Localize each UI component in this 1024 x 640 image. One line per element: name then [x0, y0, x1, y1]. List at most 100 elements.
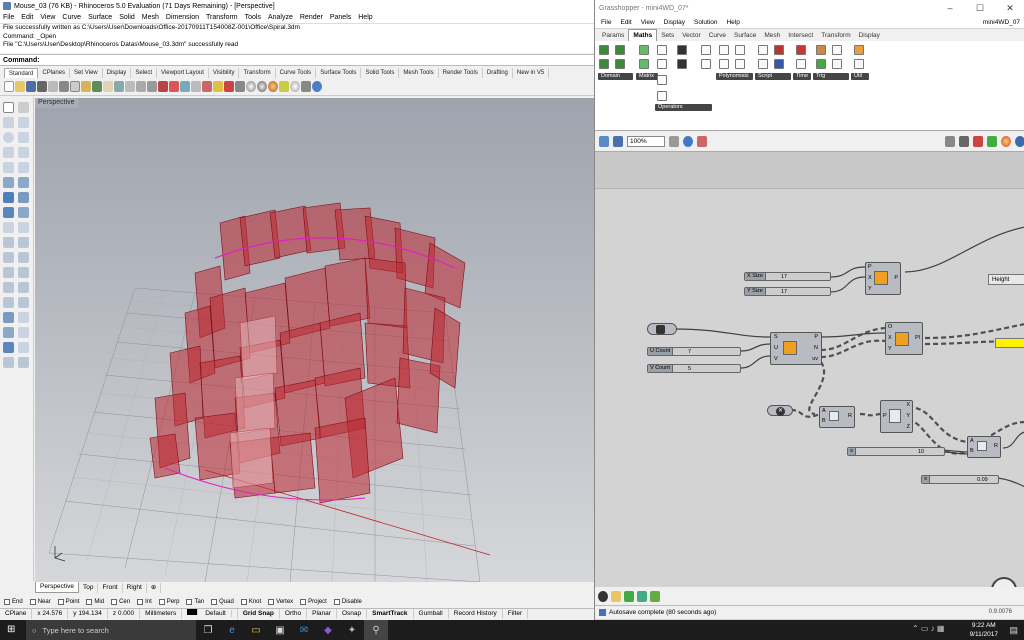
group-icon[interactable]	[18, 327, 29, 338]
toggle-grid-snap[interactable]: Grid Snap	[238, 609, 280, 619]
edge-icon[interactable]: e	[220, 620, 244, 640]
tab-render-tools[interactable]: Render Tools	[439, 68, 483, 78]
osnap-disable[interactable]: Disable	[333, 598, 362, 605]
select-icon[interactable]	[202, 81, 212, 92]
new-icon[interactable]	[4, 81, 14, 92]
point-icon[interactable]	[18, 102, 29, 113]
gh-tab-maths[interactable]: Maths	[628, 29, 658, 41]
domain-icon[interactable]	[599, 45, 609, 55]
layer-selector[interactable]: Default	[182, 609, 238, 619]
render-object-icon[interactable]	[3, 327, 14, 338]
wireframe-preview-icon[interactable]	[945, 135, 955, 147]
group-util[interactable]: Util	[851, 73, 869, 80]
layer-icon[interactable]	[224, 81, 234, 92]
gh-tab-transform[interactable]: Transform	[817, 30, 854, 41]
csharp-icon[interactable]	[774, 45, 784, 55]
tab-perspective[interactable]: Perspective	[35, 582, 79, 593]
panel-height[interactable]: Height	[988, 274, 1024, 285]
power-icon[interactable]	[719, 45, 729, 55]
open-icon[interactable]	[15, 81, 25, 92]
function-icon[interactable]	[854, 59, 864, 69]
rhino-menu-view[interactable]: View	[40, 14, 55, 21]
toggle-ortho[interactable]: Ortho	[280, 609, 308, 619]
gradient-icon[interactable]	[650, 590, 660, 602]
group-trig[interactable]: Trig	[813, 73, 849, 80]
boolean-icon[interactable]	[18, 207, 29, 218]
gh-menu-view[interactable]: View	[641, 19, 655, 26]
fillet-curve-icon[interactable]	[18, 162, 29, 173]
copy-object-icon[interactable]	[18, 267, 29, 278]
tab-standard[interactable]: Standard	[4, 68, 39, 78]
box-icon[interactable]	[3, 192, 14, 203]
taskbar-clock[interactable]: 9:22 AM 9/11/2017	[970, 621, 998, 639]
perspective-viewport[interactable]: Perspective	[35, 98, 594, 582]
dimension-icon[interactable]	[18, 222, 29, 233]
osnap-perp[interactable]: Perp	[158, 598, 179, 605]
zoom-extents-icon[interactable]	[669, 135, 679, 147]
multiplication-icon[interactable]	[657, 75, 667, 85]
block-icon[interactable]	[18, 342, 29, 353]
tab-drafting[interactable]: Drafting	[483, 68, 513, 78]
gate-and-icon[interactable]	[677, 59, 687, 69]
rhino-menu-file[interactable]: File	[3, 14, 14, 21]
transpose-icon[interactable]	[639, 59, 649, 69]
rotate-view-icon[interactable]	[114, 81, 124, 92]
rhino-taskbar-icon[interactable]: ✦	[340, 620, 364, 640]
rhino-menu-edit[interactable]: Edit	[21, 14, 33, 21]
paste-icon[interactable]	[81, 81, 91, 92]
mirror-icon[interactable]	[3, 297, 14, 308]
add-viewport-icon[interactable]: ⊕	[147, 582, 162, 593]
expression-icon[interactable]	[758, 45, 768, 55]
tab-set-view[interactable]: Set View	[70, 68, 103, 78]
undo-icon[interactable]	[92, 81, 102, 92]
import-icon[interactable]	[48, 81, 58, 92]
open-file-icon[interactable]	[599, 135, 609, 147]
surface-parameter[interactable]	[647, 323, 677, 335]
selected-preview-icon[interactable]	[973, 135, 983, 147]
maximize-icon[interactable]: ☐	[965, 0, 995, 16]
scale-icon[interactable]	[18, 282, 29, 293]
matrix-icon[interactable]	[639, 45, 649, 55]
tab-front[interactable]: Front	[98, 582, 123, 593]
viewport-title[interactable]: Perspective	[35, 98, 78, 108]
output-panel[interactable]	[995, 338, 1024, 348]
rectangle-component[interactable]: P X Y P	[865, 262, 901, 295]
mesh-quality-icon[interactable]	[987, 135, 997, 147]
tab-viewport-layout[interactable]: Viewport Layout	[157, 68, 209, 78]
tangent-icon[interactable]	[816, 59, 826, 69]
square-icon[interactable]	[735, 59, 745, 69]
mesh-icon[interactable]	[3, 207, 14, 218]
surface-icon[interactable]	[3, 177, 14, 188]
gh-menu-display[interactable]: Display	[664, 19, 685, 26]
taskbar-search[interactable]: ○ Type here to search	[26, 620, 196, 640]
cancel-solution-icon[interactable]	[598, 590, 608, 602]
subtraction-icon[interactable]	[657, 59, 667, 69]
gh-tab-vector[interactable]: Vector	[678, 30, 704, 41]
deconstruct-point-component[interactable]: P X Y Z	[880, 400, 913, 433]
light-icon[interactable]	[213, 81, 223, 92]
cut-icon[interactable]	[59, 81, 69, 92]
gaussian-icon[interactable]	[854, 45, 864, 55]
gh-menu-solution[interactable]: Solution	[694, 19, 718, 26]
group-script[interactable]: Script	[755, 73, 791, 80]
options-icon[interactable]	[301, 81, 311, 92]
tab-select[interactable]: Select	[131, 68, 157, 78]
polyline-icon[interactable]	[18, 117, 29, 128]
join-icon[interactable]	[3, 252, 14, 263]
gh-tab-params[interactable]: Params	[598, 30, 628, 41]
toggle-record-history[interactable]: Record History	[449, 609, 503, 619]
osnap-point[interactable]: Point	[57, 598, 79, 605]
plane-component[interactable]: O X Y Pl	[885, 322, 923, 355]
rhino-menu-surface[interactable]: Surface	[88, 14, 112, 21]
gh-menu-file[interactable]: File	[601, 19, 611, 26]
osnap-quad[interactable]: Quad	[211, 598, 234, 605]
division-icon[interactable]	[657, 91, 667, 101]
preview-icon[interactable]	[683, 135, 693, 147]
bake-icon[interactable]	[624, 590, 634, 602]
group-polynomials[interactable]: Polynomials	[716, 73, 753, 80]
slider-u-count[interactable]: U Count 7	[647, 347, 741, 356]
circle-icon[interactable]	[3, 132, 14, 143]
gh-tab-surface[interactable]: Surface	[730, 30, 760, 41]
curve-icon[interactable]	[3, 162, 14, 173]
text-icon[interactable]	[3, 222, 14, 233]
